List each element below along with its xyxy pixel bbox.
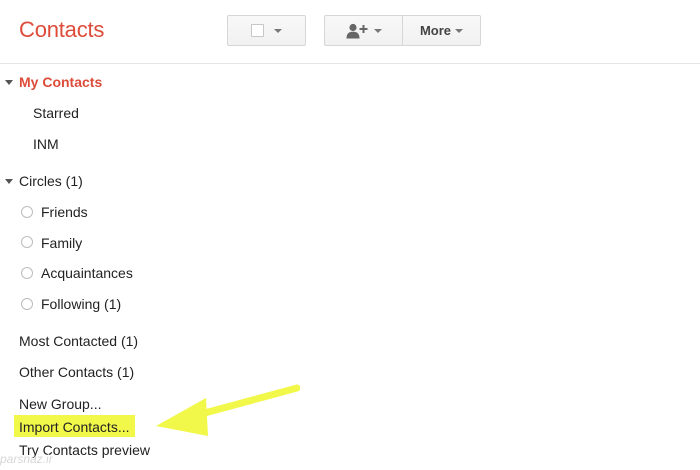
expand-triangle-icon[interactable] bbox=[5, 80, 13, 85]
chevron-down-icon bbox=[374, 28, 382, 33]
add-person-icon bbox=[346, 23, 368, 38]
import-contacts-link[interactable]: Import Contacts... bbox=[19, 419, 129, 435]
sidebar-item-my-contacts[interactable]: My Contacts bbox=[19, 74, 102, 90]
circle-radio-icon bbox=[21, 267, 33, 279]
sidebar-item-following[interactable]: Following (1) bbox=[41, 296, 121, 312]
select-button[interactable] bbox=[227, 15, 306, 46]
header-bar: Contacts More bbox=[0, 0, 700, 64]
sidebar-item-most-contacted[interactable]: Most Contacted (1) bbox=[19, 333, 138, 349]
app-title[interactable]: Contacts bbox=[19, 17, 104, 43]
expand-triangle-icon[interactable] bbox=[5, 179, 13, 184]
sidebar-item-family[interactable]: Family bbox=[41, 235, 82, 251]
sidebar-item-starred[interactable]: Starred bbox=[33, 105, 79, 121]
more-button[interactable]: More bbox=[402, 15, 481, 46]
sidebar-item-acquaintances[interactable]: Acquaintances bbox=[41, 265, 133, 281]
watermark: parsnaz.ir bbox=[0, 452, 53, 466]
more-label: More bbox=[419, 23, 452, 38]
chevron-down-icon bbox=[455, 28, 464, 33]
circle-radio-icon bbox=[21, 206, 33, 218]
sidebar-item-circles[interactable]: Circles (1) bbox=[19, 173, 83, 189]
checkbox-icon bbox=[251, 24, 264, 37]
annotation-arrow-icon bbox=[156, 384, 300, 436]
sidebar-item-inm[interactable]: INM bbox=[33, 136, 59, 152]
circle-radio-icon bbox=[21, 236, 33, 248]
sidebar-item-other-contacts[interactable]: Other Contacts (1) bbox=[19, 364, 134, 380]
new-group-link[interactable]: New Group... bbox=[19, 396, 101, 412]
chevron-down-icon bbox=[274, 28, 282, 33]
sidebar-item-friends[interactable]: Friends bbox=[41, 204, 88, 220]
add-contact-button[interactable] bbox=[324, 15, 403, 46]
circle-radio-icon bbox=[21, 298, 33, 310]
